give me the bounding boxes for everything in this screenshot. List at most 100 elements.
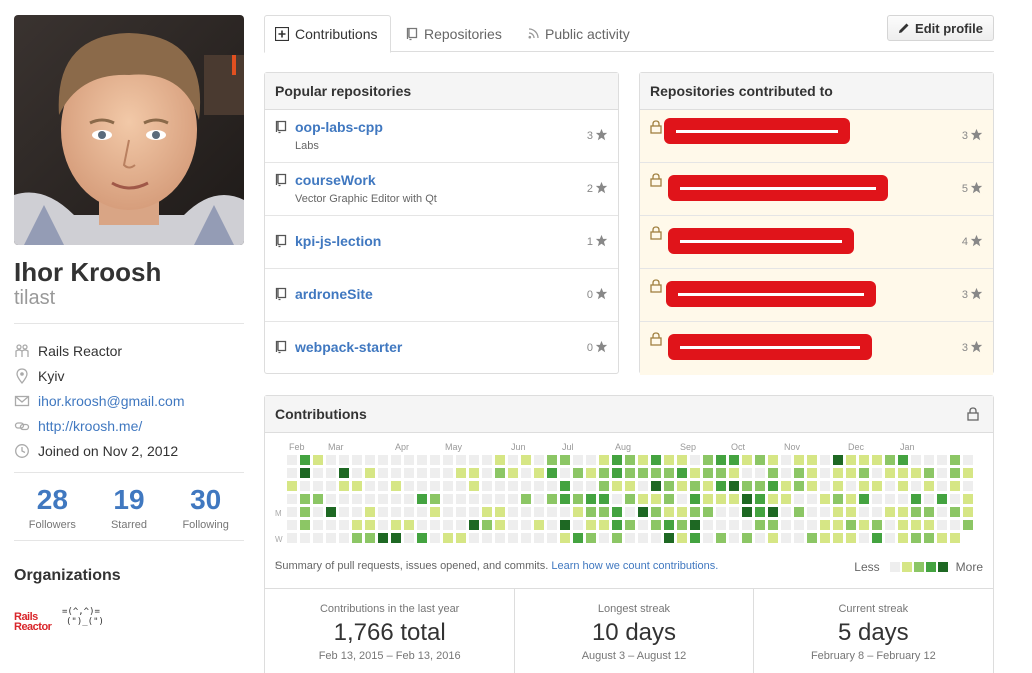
contribution-day[interactable]: [859, 507, 869, 517]
contribution-day[interactable]: [950, 533, 960, 543]
contribution-day[interactable]: [599, 520, 609, 530]
contribution-day[interactable]: [898, 468, 908, 478]
contribution-day[interactable]: [781, 494, 791, 504]
contribution-day[interactable]: [560, 533, 570, 543]
contribution-day[interactable]: [937, 468, 947, 478]
stat-starred[interactable]: 19 Starred: [91, 484, 168, 531]
contribution-day[interactable]: [456, 533, 466, 543]
contribution-day[interactable]: [313, 468, 323, 478]
contribution-day[interactable]: [651, 520, 661, 530]
contribution-day[interactable]: [339, 507, 349, 517]
popular-repo-item[interactable]: kpi-js-lection 1: [265, 216, 618, 269]
redacted-repo-name[interactable]: [668, 334, 872, 360]
contribution-day[interactable]: [469, 455, 479, 465]
contribution-day[interactable]: [612, 481, 622, 491]
contribution-day[interactable]: [846, 533, 856, 543]
contribution-day[interactable]: [963, 468, 973, 478]
contribution-day[interactable]: [508, 468, 518, 478]
contribution-day[interactable]: [339, 533, 349, 543]
contribution-day[interactable]: [508, 507, 518, 517]
contribution-day[interactable]: [781, 533, 791, 543]
contribution-day[interactable]: [794, 481, 804, 491]
contribution-day[interactable]: [716, 507, 726, 517]
contribution-day[interactable]: [365, 507, 375, 517]
repo-stars[interactable]: 3: [962, 287, 983, 303]
contribution-day[interactable]: [664, 520, 674, 530]
contribution-day[interactable]: [703, 481, 713, 491]
repo-stars[interactable]: 3: [962, 128, 983, 144]
contribution-day[interactable]: [534, 455, 544, 465]
contribution-day[interactable]: [872, 455, 882, 465]
tab-public-activity[interactable]: Public activity: [518, 15, 640, 52]
contribution-day[interactable]: [456, 520, 466, 530]
contribution-day[interactable]: [326, 468, 336, 478]
contribution-day[interactable]: [820, 468, 830, 478]
contribution-day[interactable]: [885, 520, 895, 530]
contribution-day[interactable]: [794, 533, 804, 543]
contribution-day[interactable]: [352, 494, 362, 504]
contribution-day[interactable]: [625, 507, 635, 517]
contribution-day[interactable]: [365, 533, 375, 543]
contribution-day[interactable]: [885, 533, 895, 543]
contribution-day[interactable]: [820, 494, 830, 504]
contribution-day[interactable]: [599, 533, 609, 543]
repo-name-link[interactable]: oop-labs-cpp: [295, 119, 383, 135]
contribution-day[interactable]: [313, 533, 323, 543]
contribution-day[interactable]: [937, 494, 947, 504]
contribution-day[interactable]: [456, 494, 466, 504]
contribution-day[interactable]: [495, 455, 505, 465]
contribution-day[interactable]: [833, 520, 843, 530]
contribution-day[interactable]: [781, 468, 791, 478]
contribution-day[interactable]: [625, 455, 635, 465]
popular-repo-item[interactable]: courseWork Vector Graphic Editor with Qt 2: [265, 163, 618, 216]
contribution-day[interactable]: [352, 455, 362, 465]
stat-number[interactable]: 28: [14, 484, 91, 516]
contribution-day[interactable]: [521, 455, 531, 465]
contributed-repo-item[interactable]: 5: [640, 163, 993, 216]
email-link[interactable]: ihor.kroosh@gmail.com: [38, 393, 185, 409]
contribution-day[interactable]: [534, 507, 544, 517]
contribution-day[interactable]: [443, 494, 453, 504]
contribution-day[interactable]: [573, 481, 583, 491]
contribution-day[interactable]: [742, 520, 752, 530]
contribution-day[interactable]: [872, 481, 882, 491]
contribution-day[interactable]: [885, 494, 895, 504]
contribution-day[interactable]: [443, 507, 453, 517]
contribution-day[interactable]: [404, 468, 414, 478]
contribution-day[interactable]: [638, 494, 648, 504]
contributed-repo-item[interactable]: 3: [640, 269, 993, 322]
contribution-day[interactable]: [404, 481, 414, 491]
contribution-day[interactable]: [391, 507, 401, 517]
contribution-day[interactable]: [651, 481, 661, 491]
contribution-day[interactable]: [443, 468, 453, 478]
contribution-day[interactable]: [495, 533, 505, 543]
contribution-day[interactable]: [638, 468, 648, 478]
contribution-day[interactable]: [534, 533, 544, 543]
contribution-day[interactable]: [287, 533, 297, 543]
contribution-day[interactable]: [521, 481, 531, 491]
contribution-day[interactable]: [352, 507, 362, 517]
contribution-day[interactable]: [677, 481, 687, 491]
contribution-day[interactable]: [404, 533, 414, 543]
contribution-day[interactable]: [651, 533, 661, 543]
contribution-day[interactable]: [586, 520, 596, 530]
contribution-day[interactable]: [378, 468, 388, 478]
contribution-day[interactable]: [339, 481, 349, 491]
contribution-day[interactable]: [794, 507, 804, 517]
contribution-day[interactable]: [742, 494, 752, 504]
contribution-day[interactable]: [807, 533, 817, 543]
contribution-day[interactable]: [508, 533, 518, 543]
contribution-day[interactable]: [833, 481, 843, 491]
contribution-day[interactable]: [560, 455, 570, 465]
contribution-day[interactable]: [729, 468, 739, 478]
contribution-day[interactable]: [339, 468, 349, 478]
contribution-day[interactable]: [677, 507, 687, 517]
contribution-day[interactable]: [625, 481, 635, 491]
contribution-day[interactable]: [885, 455, 895, 465]
contribution-day[interactable]: [313, 507, 323, 517]
contribution-day[interactable]: [495, 520, 505, 530]
contribution-day[interactable]: [664, 533, 674, 543]
contribution-day[interactable]: [508, 494, 518, 504]
contribution-day[interactable]: [820, 481, 830, 491]
contribution-day[interactable]: [716, 468, 726, 478]
